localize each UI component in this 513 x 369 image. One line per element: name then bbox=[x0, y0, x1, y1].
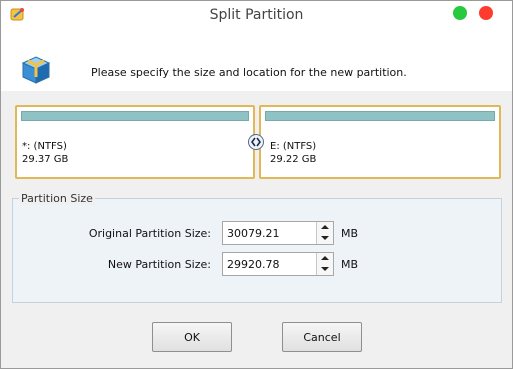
ok-button[interactable]: OK bbox=[152, 322, 232, 352]
split-handle[interactable] bbox=[248, 134, 264, 150]
partition-size: 29.37 GB bbox=[22, 154, 69, 165]
window-title: Split Partition bbox=[209, 7, 304, 23]
instruction-text: Please specify the size and location for… bbox=[91, 66, 407, 79]
original-size-input[interactable] bbox=[223, 222, 313, 244]
partition-usage-bar bbox=[21, 111, 249, 121]
new-size-unit: MB bbox=[341, 258, 359, 271]
title-bar: Split Partition bbox=[1, 1, 512, 31]
header-strip: Please specify the size and location for… bbox=[1, 31, 512, 91]
spin-buttons bbox=[316, 253, 333, 275]
new-size-label: New Partition Size: bbox=[107, 258, 211, 271]
partition-block-right[interactable]: E: (NTFS) 29.22 GB bbox=[259, 105, 501, 179]
partition-name: *: (NTFS) bbox=[22, 141, 67, 152]
maximize-button[interactable] bbox=[453, 6, 467, 20]
close-button[interactable] bbox=[479, 6, 493, 20]
partition-size-group bbox=[12, 198, 502, 303]
original-size-unit: MB bbox=[341, 227, 359, 240]
partition-info: E: (NTFS) 29.22 GB bbox=[270, 140, 316, 166]
original-size-stepper[interactable] bbox=[222, 221, 334, 245]
partition-name: E: (NTFS) bbox=[270, 141, 317, 152]
cancel-button[interactable]: Cancel bbox=[282, 322, 362, 352]
partition-usage-bar bbox=[265, 111, 495, 121]
group-title: Partition Size bbox=[19, 192, 95, 205]
split-partition-dialog: Split Partition Please specify the size … bbox=[0, 0, 513, 369]
spin-buttons bbox=[316, 222, 333, 244]
partition-size: 29.22 GB bbox=[270, 154, 317, 165]
split-arrows-icon bbox=[251, 137, 261, 147]
partition-block-left[interactable]: *: (NTFS) 29.37 GB bbox=[15, 105, 255, 179]
partition-wizard-icon bbox=[19, 53, 53, 87]
original-size-label: Original Partition Size: bbox=[88, 227, 211, 240]
spin-down-icon[interactable] bbox=[317, 233, 333, 244]
dialog-content: Please specify the size and location for… bbox=[1, 31, 512, 368]
partition-info: *: (NTFS) 29.37 GB bbox=[22, 140, 68, 166]
new-size-input[interactable] bbox=[223, 253, 313, 275]
new-size-stepper[interactable] bbox=[222, 252, 334, 276]
spin-down-icon[interactable] bbox=[317, 264, 333, 275]
